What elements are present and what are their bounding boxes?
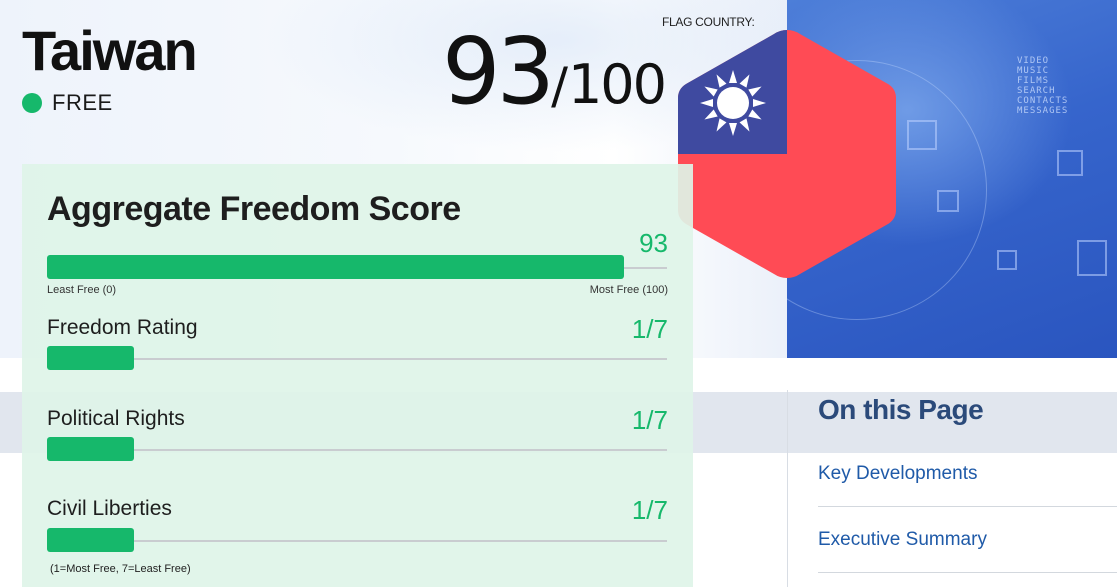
political-rights-bar: [47, 437, 134, 461]
civil-liberties-track: [47, 540, 667, 542]
freedom-rating-bar: [47, 346, 134, 370]
status-dot-icon: [22, 93, 42, 113]
hero-tech-word: SEARCH: [1017, 86, 1056, 96]
freedom-rating-value: 1/7: [631, 314, 668, 344]
status-label: FREE: [52, 90, 113, 115]
total-score-max: 100: [567, 53, 667, 116]
political-rights-track: [47, 449, 667, 451]
flag-caption: FLAG COUNTRY:: [662, 15, 755, 29]
hero-tech-text: VIDEO MUSIC FILMS SEARCH CONTACTS MESSAG…: [1017, 56, 1068, 116]
on-this-page-title: On this Page: [818, 394, 984, 425]
political-rights-value: 1/7: [631, 405, 668, 435]
civil-liberties-label: Civil Liberties: [47, 497, 172, 520]
freedom-rating-label: Freedom Rating: [47, 316, 198, 339]
total-score: 93/100: [442, 18, 667, 125]
hero-square: [1077, 240, 1107, 276]
status-row: FREE: [22, 90, 113, 116]
hero-tech-word: FILMS: [1017, 76, 1050, 86]
civil-liberties-bar: [47, 528, 134, 552]
taiwan-flag-icon: [678, 30, 896, 278]
total-score-separator: /: [551, 57, 568, 115]
total-score-value: 93: [442, 18, 555, 125]
sidebar-rule: [818, 506, 1117, 507]
hero-tech-word: VIDEO: [1017, 56, 1050, 66]
civil-liberties-value: 1/7: [631, 495, 668, 525]
sidebar-divider: [787, 390, 788, 587]
aggregate-score-title: Aggregate Freedom Score: [47, 190, 461, 228]
political-rights-label: Political Rights: [47, 407, 185, 430]
hero-tech-word: CONTACTS: [1017, 96, 1069, 106]
aggregate-score-value: 93: [639, 228, 668, 258]
aggregate-score-bar: [47, 255, 624, 279]
hero-tech-word: MESSAGES: [1017, 106, 1069, 116]
scale-min-label: Least Free (0): [47, 284, 117, 296]
freedom-rating-track: [47, 358, 667, 360]
hero-square: [1057, 150, 1083, 176]
ratings-note: (1=Most Free, 7=Least Free): [50, 563, 191, 575]
hero-square: [907, 120, 937, 150]
on-this-page-link-executive-summary[interactable]: Executive Summary: [818, 529, 987, 551]
hero-tech-word: MUSIC: [1017, 66, 1050, 76]
hero-square: [937, 190, 959, 212]
aggregate-score-panel: Aggregate Freedom Score 93 Least Free (0…: [22, 164, 693, 587]
country-name: Taiwan: [22, 19, 198, 82]
sidebar-rule: [818, 572, 1117, 573]
on-this-page-link-key-developments[interactable]: Key Developments: [818, 463, 977, 485]
scale-max-label: Most Free (100): [589, 284, 668, 296]
hero-square: [997, 250, 1017, 270]
